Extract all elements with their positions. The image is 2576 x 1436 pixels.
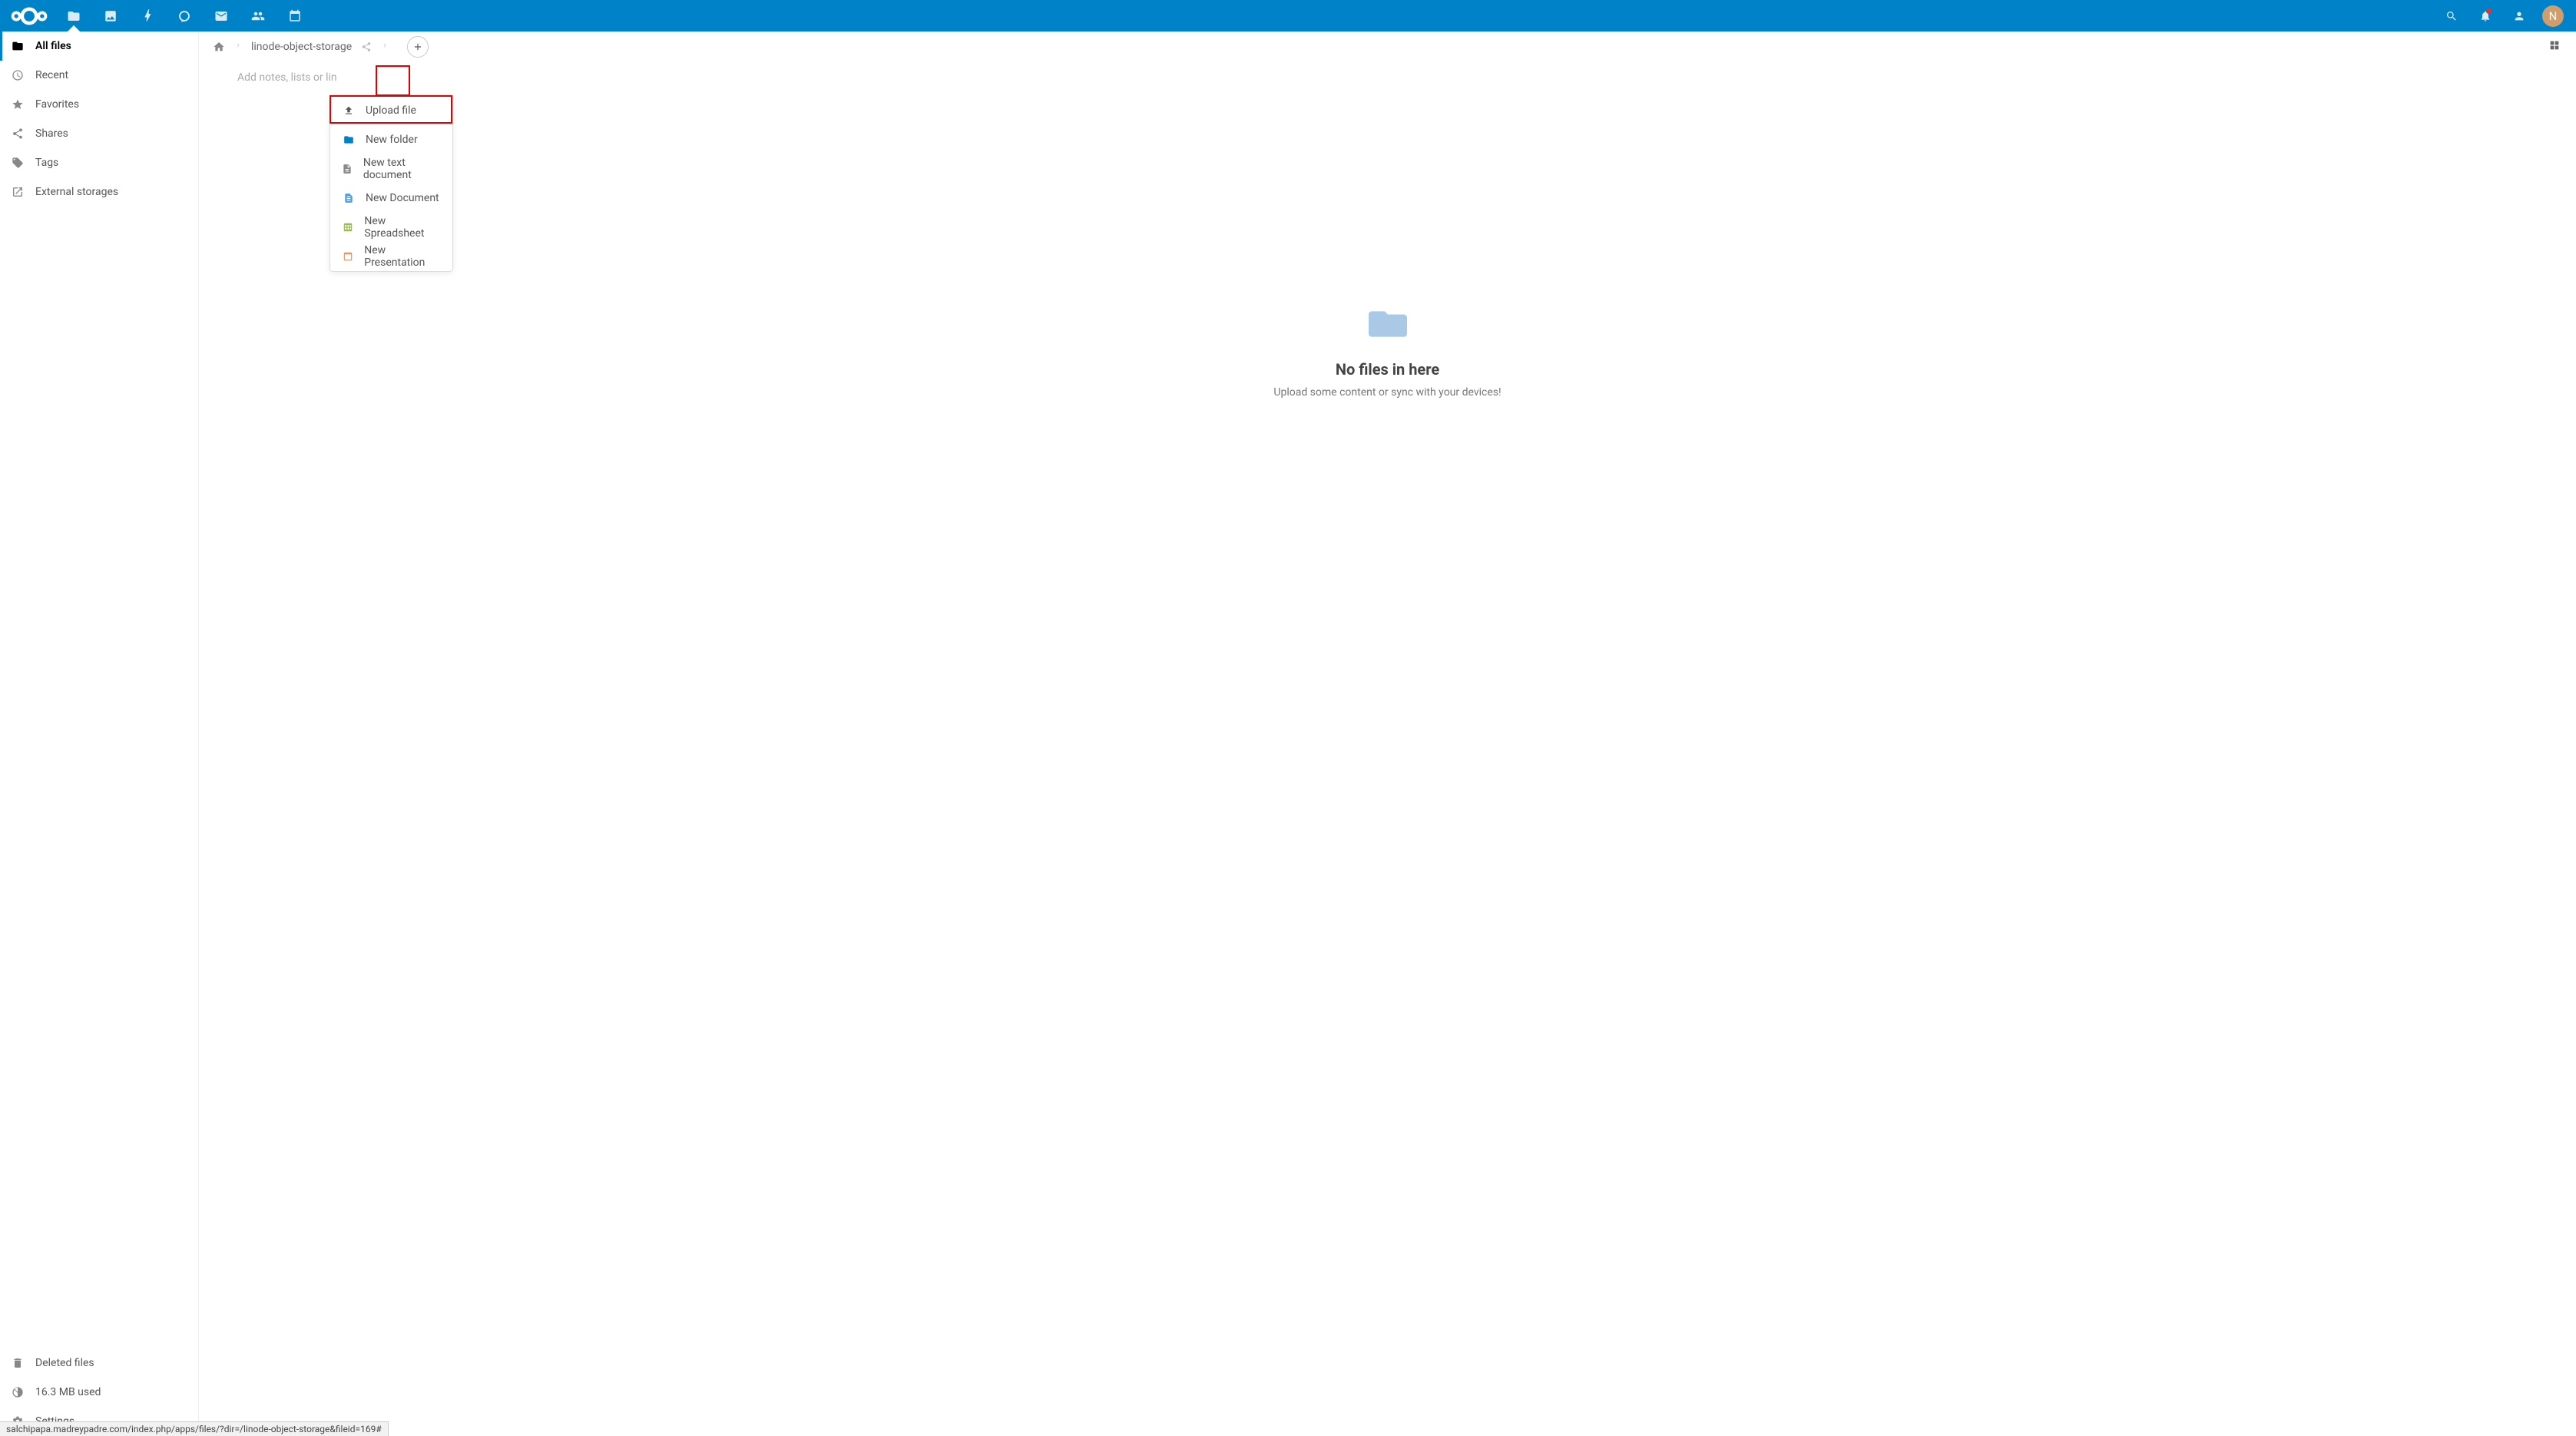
breadcrumb-current[interactable]: linode-object-storage bbox=[247, 41, 356, 53]
menu-item-new-document[interactable]: New Document bbox=[330, 184, 452, 213]
app-mail[interactable] bbox=[203, 0, 240, 31]
menu-item-label: New Spreadsheet bbox=[364, 215, 442, 240]
text-file-icon bbox=[341, 164, 354, 174]
breadcrumb-bar: linode-object-storage bbox=[199, 31, 2576, 62]
app-talk[interactable] bbox=[166, 0, 203, 31]
add-button[interactable] bbox=[407, 36, 429, 58]
nextcloud-logo[interactable] bbox=[3, 6, 55, 26]
breadcrumb-home[interactable] bbox=[208, 41, 230, 53]
star-icon bbox=[9, 98, 26, 111]
upload-icon bbox=[341, 105, 356, 116]
sidebar-label: Tags bbox=[35, 157, 58, 169]
sidebar-item-favorites[interactable]: Favorites bbox=[0, 90, 198, 119]
menu-item-new-folder[interactable]: New folder bbox=[330, 125, 452, 154]
app-files[interactable] bbox=[55, 0, 92, 31]
share-icon bbox=[9, 127, 26, 140]
plus-dropdown-menu: Upload file New folder New text document… bbox=[329, 95, 453, 272]
menu-item-upload-file[interactable]: Upload file bbox=[330, 96, 452, 125]
sidebar-item-all-files[interactable]: All files bbox=[0, 31, 198, 61]
app-gallery[interactable] bbox=[92, 0, 129, 31]
trash-icon bbox=[9, 1357, 26, 1369]
menu-item-label: New text document bbox=[363, 157, 442, 181]
contacts-menu-icon[interactable] bbox=[2502, 0, 2536, 31]
sidebar-item-quota: 16.3 MB used bbox=[0, 1378, 198, 1407]
empty-title: No files in here bbox=[1336, 360, 1439, 379]
top-apps bbox=[55, 0, 313, 31]
breadcrumb-separator-icon bbox=[376, 38, 393, 56]
spreadsheet-icon bbox=[341, 222, 355, 233]
view-toggle-grid-icon[interactable] bbox=[2542, 39, 2567, 55]
notifications-icon[interactable] bbox=[2468, 0, 2502, 31]
sidebar-label: Deleted files bbox=[35, 1357, 94, 1369]
quota-icon bbox=[9, 1386, 26, 1398]
breadcrumb-separator-icon bbox=[230, 38, 247, 56]
sidebar: All files Recent Favorites Shares Tags E… bbox=[0, 31, 199, 1436]
document-icon bbox=[341, 193, 356, 203]
empty-state: No files in here Upload some content or … bbox=[199, 93, 2576, 1436]
user-avatar[interactable]: N bbox=[2536, 0, 2570, 31]
search-icon[interactable] bbox=[2435, 0, 2468, 31]
sidebar-item-deleted[interactable]: Deleted files bbox=[0, 1348, 198, 1378]
content-area: linode-object-storage Add notes, lists o… bbox=[199, 31, 2576, 1436]
menu-item-new-presentation[interactable]: New Presentation bbox=[330, 242, 452, 271]
empty-subtitle: Upload some content or sync with your de… bbox=[1273, 386, 1501, 399]
sidebar-label: All files bbox=[35, 40, 71, 52]
sidebar-item-shares[interactable]: Shares bbox=[0, 119, 198, 148]
folder-icon bbox=[341, 134, 356, 145]
menu-item-new-text-doc[interactable]: New text document bbox=[330, 154, 452, 184]
tag-icon bbox=[9, 157, 26, 169]
sidebar-label: Favorites bbox=[35, 98, 79, 111]
menu-item-label: New Document bbox=[366, 192, 439, 204]
clock-icon bbox=[9, 69, 26, 81]
notes-placeholder[interactable]: Add notes, lists or lin bbox=[199, 62, 2576, 93]
sidebar-item-tags[interactable]: Tags bbox=[0, 148, 198, 177]
app-calendar[interactable] bbox=[276, 0, 313, 31]
external-icon bbox=[9, 186, 26, 198]
folder-icon bbox=[9, 40, 26, 52]
avatar-initial: N bbox=[2542, 5, 2564, 27]
empty-folder-icon bbox=[1369, 308, 1407, 343]
sidebar-label: External storages bbox=[35, 186, 118, 198]
presentation-icon bbox=[341, 251, 355, 262]
menu-item-label: Upload file bbox=[366, 104, 416, 117]
notification-dot bbox=[2486, 8, 2492, 14]
sidebar-item-external-storages[interactable]: External storages bbox=[0, 177, 198, 207]
sidebar-item-recent[interactable]: Recent bbox=[0, 61, 198, 90]
breadcrumb-share-icon[interactable] bbox=[356, 41, 376, 52]
app-contacts[interactable] bbox=[240, 0, 276, 31]
browser-status-bar: salchipapa.madreypadre.com/index.php/app… bbox=[0, 1421, 389, 1436]
sidebar-label: Shares bbox=[35, 127, 68, 140]
top-bar: N bbox=[0, 0, 2576, 31]
menu-item-label: New Presentation bbox=[364, 244, 442, 269]
menu-item-new-spreadsheet[interactable]: New Spreadsheet bbox=[330, 213, 452, 242]
app-activity[interactable] bbox=[129, 0, 166, 31]
sidebar-label: Recent bbox=[35, 69, 68, 81]
menu-item-label: New folder bbox=[366, 134, 418, 146]
top-right: N bbox=[2435, 0, 2573, 31]
sidebar-label: 16.3 MB used bbox=[35, 1386, 101, 1398]
